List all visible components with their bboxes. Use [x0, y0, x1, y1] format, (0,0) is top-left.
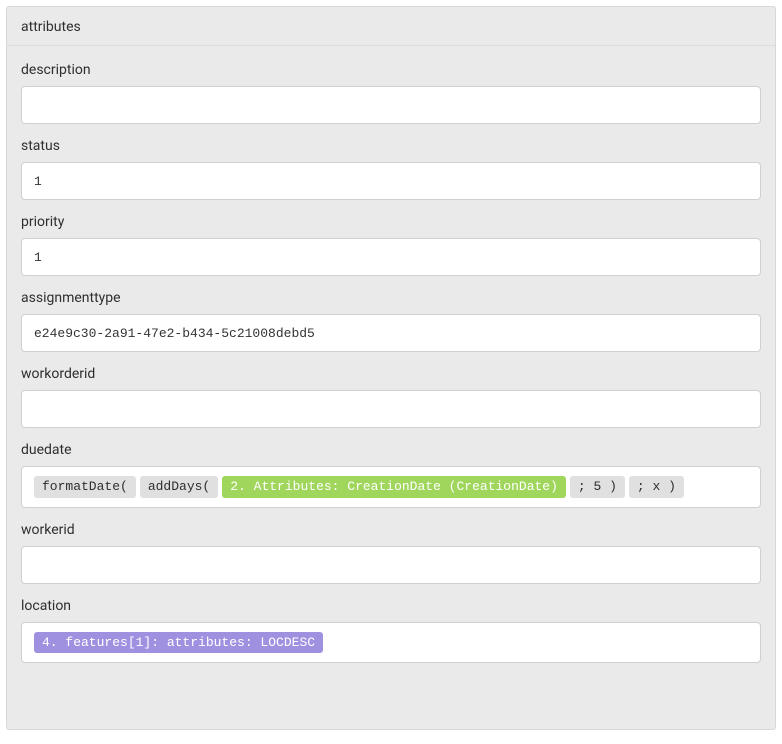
- workerid-input[interactable]: [21, 546, 761, 584]
- workorderid-label: workorderid: [21, 366, 761, 382]
- priority-input[interactable]: 1: [21, 238, 761, 276]
- field-status: status 1: [21, 138, 761, 200]
- assignmenttype-input[interactable]: e24e9c30-2a91-47e2-b434-5c21008debd5: [21, 314, 761, 352]
- duedate-label: duedate: [21, 442, 761, 458]
- field-location: location 4. features[1]: attributes: LOC…: [21, 598, 761, 664]
- fields-container: description status 1 priority 1 assignme…: [7, 46, 775, 677]
- workorderid-input[interactable]: [21, 390, 761, 428]
- expression-token[interactable]: ; x ): [629, 476, 684, 498]
- field-description: description: [21, 62, 761, 124]
- duedate-input[interactable]: formatDate(addDays(2. Attributes: Creati…: [21, 466, 761, 508]
- priority-label: priority: [21, 214, 761, 230]
- field-workerid: workerid: [21, 522, 761, 584]
- status-input[interactable]: 1: [21, 162, 761, 200]
- description-label: description: [21, 62, 761, 78]
- panel-title: attributes: [7, 7, 775, 46]
- expression-token[interactable]: 2. Attributes: CreationDate (CreationDat…: [222, 476, 566, 498]
- location-input[interactable]: 4. features[1]: attributes: LOCDESC: [21, 622, 761, 664]
- description-input[interactable]: [21, 86, 761, 124]
- expression-token[interactable]: 4. features[1]: attributes: LOCDESC: [34, 632, 323, 654]
- assignmenttype-label: assignmenttype: [21, 290, 761, 306]
- expression-token[interactable]: addDays(: [140, 476, 218, 498]
- attributes-panel: attributes description status 1 priority…: [6, 6, 776, 730]
- location-label: location: [21, 598, 761, 614]
- status-label: status: [21, 138, 761, 154]
- field-workorderid: workorderid: [21, 366, 761, 428]
- expression-token[interactable]: ; 5 ): [570, 476, 625, 498]
- field-duedate: duedate formatDate(addDays(2. Attributes…: [21, 442, 761, 508]
- workerid-label: workerid: [21, 522, 761, 538]
- expression-token[interactable]: formatDate(: [34, 476, 136, 498]
- field-priority: priority 1: [21, 214, 761, 276]
- field-assignmenttype: assignmenttype e24e9c30-2a91-47e2-b434-5…: [21, 290, 761, 352]
